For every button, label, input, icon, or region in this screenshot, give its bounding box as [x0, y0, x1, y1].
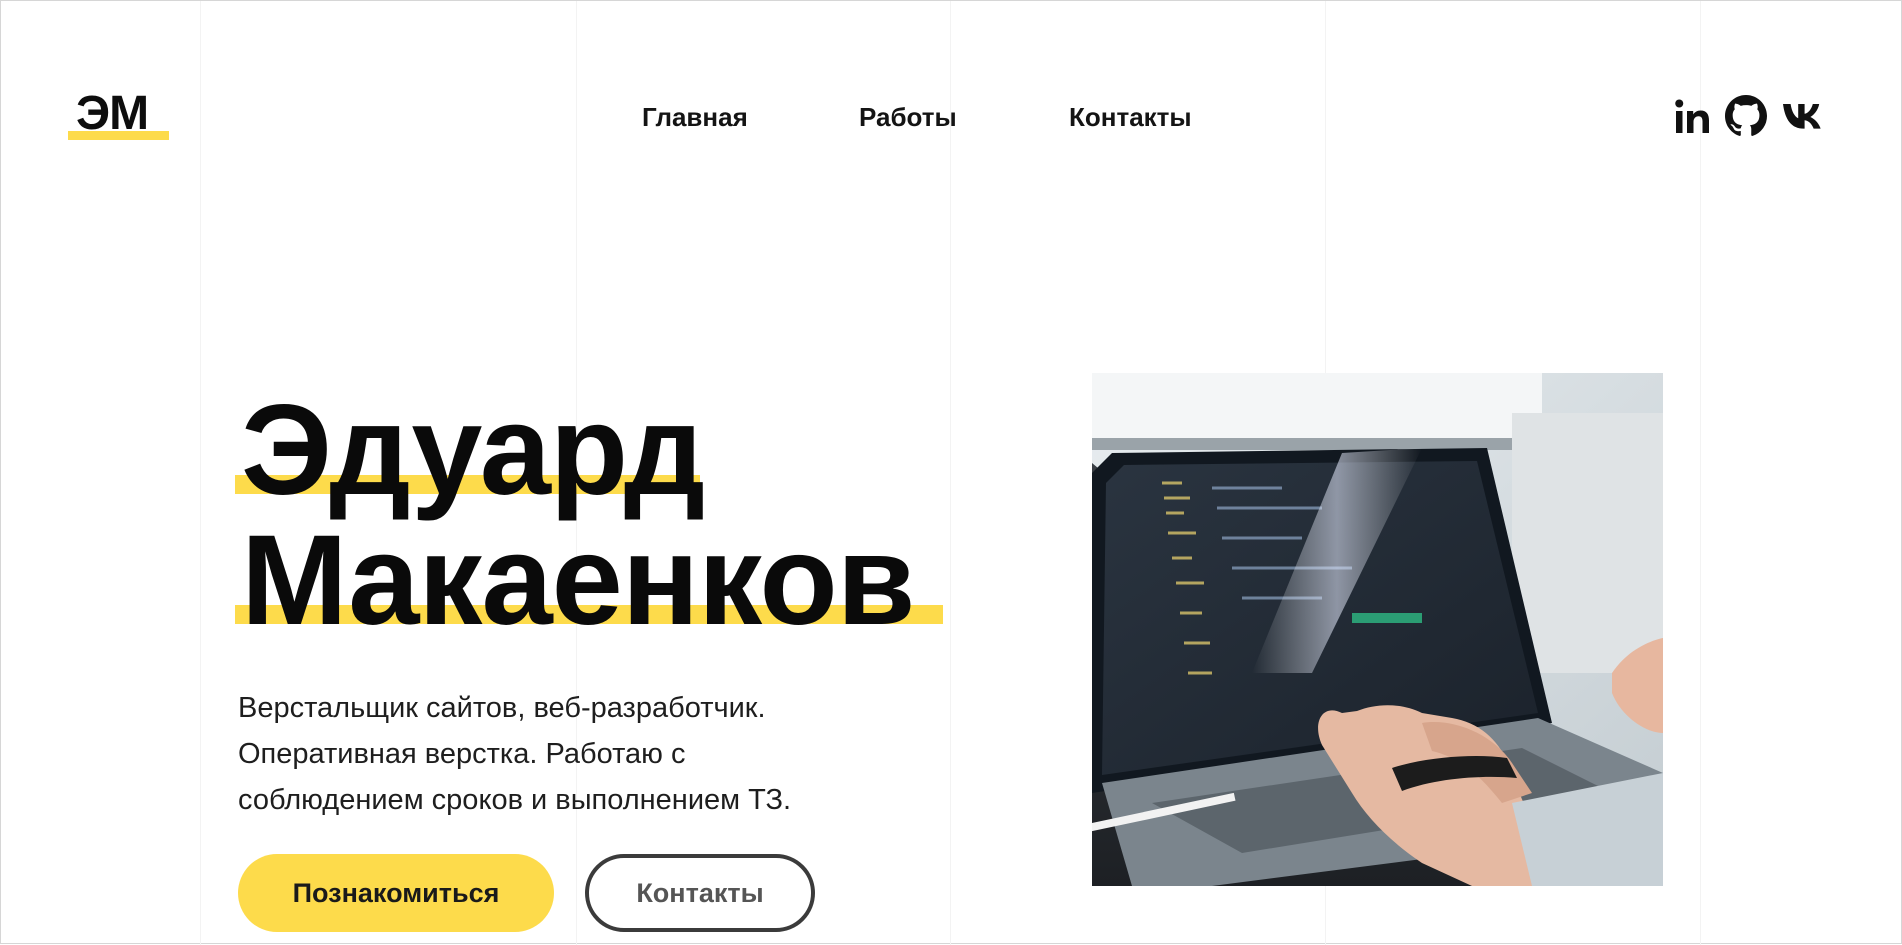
site-logo[interactable]: ЭМ [68, 89, 170, 141]
laptop-photo-illustration [1092, 373, 1663, 886]
meet-button[interactable]: Познакомиться [238, 854, 554, 932]
grid-line [1700, 1, 1701, 945]
hero-photo [1092, 373, 1663, 886]
nav-link-works[interactable]: Работы [859, 101, 957, 133]
hero-first-name: Эдуард [235, 386, 705, 516]
grid-line [200, 1, 201, 945]
hero-last-name-text: Макаенков [241, 509, 915, 652]
linkedin-icon[interactable] [1675, 93, 1711, 139]
nav-link-home[interactable]: Главная [642, 101, 748, 133]
github-icon[interactable] [1725, 93, 1767, 139]
hero-description: Верстальщик сайтов, веб-разработчик. Опе… [238, 692, 792, 816]
hero-last-name: Макаенков [235, 516, 945, 646]
vk-icon[interactable] [1782, 93, 1826, 139]
grid-line [950, 1, 951, 945]
nav-link-contacts[interactable]: Контакты [1069, 101, 1192, 133]
hero-first-name-text: Эдуард [241, 379, 705, 522]
logo-text: ЭМ [76, 87, 149, 140]
contacts-button[interactable]: Контакты [585, 854, 815, 932]
